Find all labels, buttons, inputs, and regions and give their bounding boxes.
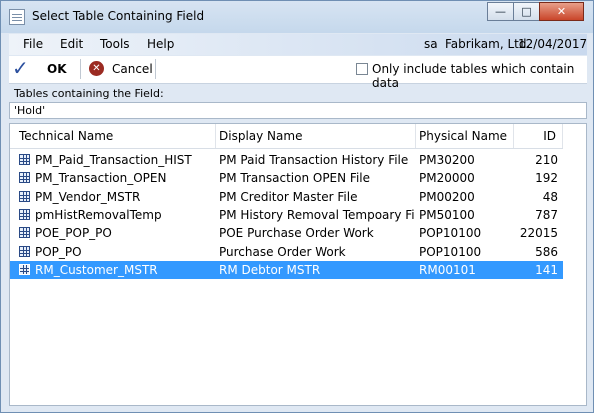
cell-id: 210 (535, 153, 558, 167)
only-include-checkbox[interactable] (356, 63, 368, 75)
grid-header: Technical Name Display Name Physical Nam… (10, 124, 563, 149)
cancel-icon[interactable]: ✕ (89, 61, 104, 76)
table-grid-icon (19, 154, 30, 165)
minimize-button[interactable]: — (487, 2, 514, 21)
title-bar: Select Table Containing Field — □ ✕ (1, 1, 593, 33)
cell-display-name: POE Purchase Order Work (219, 226, 374, 241)
cancel-button[interactable]: Cancel (112, 62, 153, 76)
cell-id: 586 (535, 244, 558, 259)
table-grid-icon (19, 263, 30, 275)
cell-id: 48 (542, 189, 558, 204)
cell-display-name: RM Debtor MSTR (219, 262, 321, 277)
maximize-button[interactable]: □ (513, 2, 540, 21)
ok-button[interactable]: OK (47, 62, 67, 76)
field-value: 'Hold' (9, 102, 587, 119)
table-row[interactable]: POP_PO Purchase Order Work POP10100 586 (10, 243, 563, 261)
cell-physical-name: PM50100 (419, 207, 475, 222)
table-grid-icon (19, 245, 30, 257)
cell-id: 141 (535, 262, 558, 277)
maximize-icon: □ (521, 5, 532, 18)
cell-technical-name: pmHistRemovalTemp (35, 207, 162, 222)
table-row[interactable]: RM_Customer_MSTR RM Debtor MSTR RM00101 141 (10, 260, 563, 279)
toolbar-separator (155, 59, 156, 79)
cell-technical-name: POE_POP_PO (35, 226, 112, 241)
cell-technical-name: PM_Vendor_MSTR (35, 189, 141, 204)
close-button[interactable]: ✕ (539, 2, 584, 21)
cell-physical-name: POP10100 (419, 244, 482, 259)
minimize-icon: — (495, 5, 506, 18)
column-physical-name[interactable]: Physical Name (416, 124, 514, 148)
close-icon: ✕ (556, 5, 567, 18)
column-id[interactable]: ID (514, 124, 563, 148)
cell-physical-name: PM00200 (419, 189, 475, 204)
cell-technical-name: PM_Paid_Transaction_HIST (35, 153, 192, 167)
toolbar: ✓ OK ✕ Cancel Only include tables which … (9, 56, 587, 90)
table-grid-icon (19, 190, 30, 202)
cell-display-name: PM Transaction OPEN File (219, 171, 371, 186)
cell-id: 22015 (519, 226, 558, 241)
table-grid-icon (19, 208, 30, 220)
cell-physical-name: PM20000 (419, 171, 475, 186)
menu-tools[interactable]: Tools (100, 37, 130, 51)
app-window-icon (9, 9, 25, 25)
user-date: 12/04/2017 (518, 37, 588, 51)
field-label: Tables containing the Field: (14, 87, 164, 100)
window-title: Select Table Containing Field (32, 9, 205, 23)
table-row[interactable]: PM_Transaction_OPEN PM Transaction OPEN F… (10, 169, 563, 187)
cell-display-name: PM Creditor Master File (219, 189, 358, 204)
menu-help[interactable]: Help (147, 37, 174, 51)
cell-display-name: Purchase Order Work (219, 244, 346, 259)
table-grid-icon (19, 227, 30, 239)
only-include-label[interactable]: Only include tables which contain data (372, 62, 587, 90)
ok-check-icon[interactable]: ✓ (12, 58, 29, 78)
cell-physical-name: POP10100 (419, 226, 482, 241)
cell-physical-name: RM00101 (419, 262, 476, 277)
cell-id: 787 (535, 207, 558, 222)
table-row[interactable]: pmHistRemovalTemp PM History Removal Temp… (10, 206, 563, 224)
user-name: sa (424, 37, 438, 51)
dialog-window: Select Table Containing Field — □ ✕ File… (0, 0, 594, 413)
toolbar-separator (80, 59, 81, 79)
menu-bar: File Edit Tools Help sa Fabrikam, Ltd. 1… (9, 34, 587, 55)
cell-id: 192 (535, 171, 558, 186)
table-grid-icon (19, 172, 30, 184)
table-row[interactable]: POE_POP_PO POE Purchase Order Work POP1010… (10, 224, 563, 242)
table-row[interactable]: PM_Vendor_MSTR PM Creditor Master File PM0… (10, 188, 563, 206)
column-technical-name[interactable]: Technical Name (10, 124, 216, 148)
cell-technical-name: RM_Customer_MSTR (35, 262, 158, 277)
menu-edit[interactable]: Edit (60, 37, 83, 51)
cell-technical-name: PM_Transaction_OPEN (35, 171, 167, 186)
column-display-name[interactable]: Display Name (216, 124, 416, 148)
cell-display-name: PM Paid Transaction History File (219, 153, 409, 167)
table-row[interactable]: PM_Paid_Transaction_HIST PM Paid Transact… (10, 151, 563, 169)
cell-display-name: PM History Removal Tempoary File (219, 207, 414, 222)
menu-file[interactable]: File (23, 37, 43, 51)
tables-grid: Technical Name Display Name Physical Nam… (9, 123, 587, 406)
cell-technical-name: POP_PO (35, 244, 82, 259)
cell-physical-name: PM30200 (419, 153, 475, 167)
